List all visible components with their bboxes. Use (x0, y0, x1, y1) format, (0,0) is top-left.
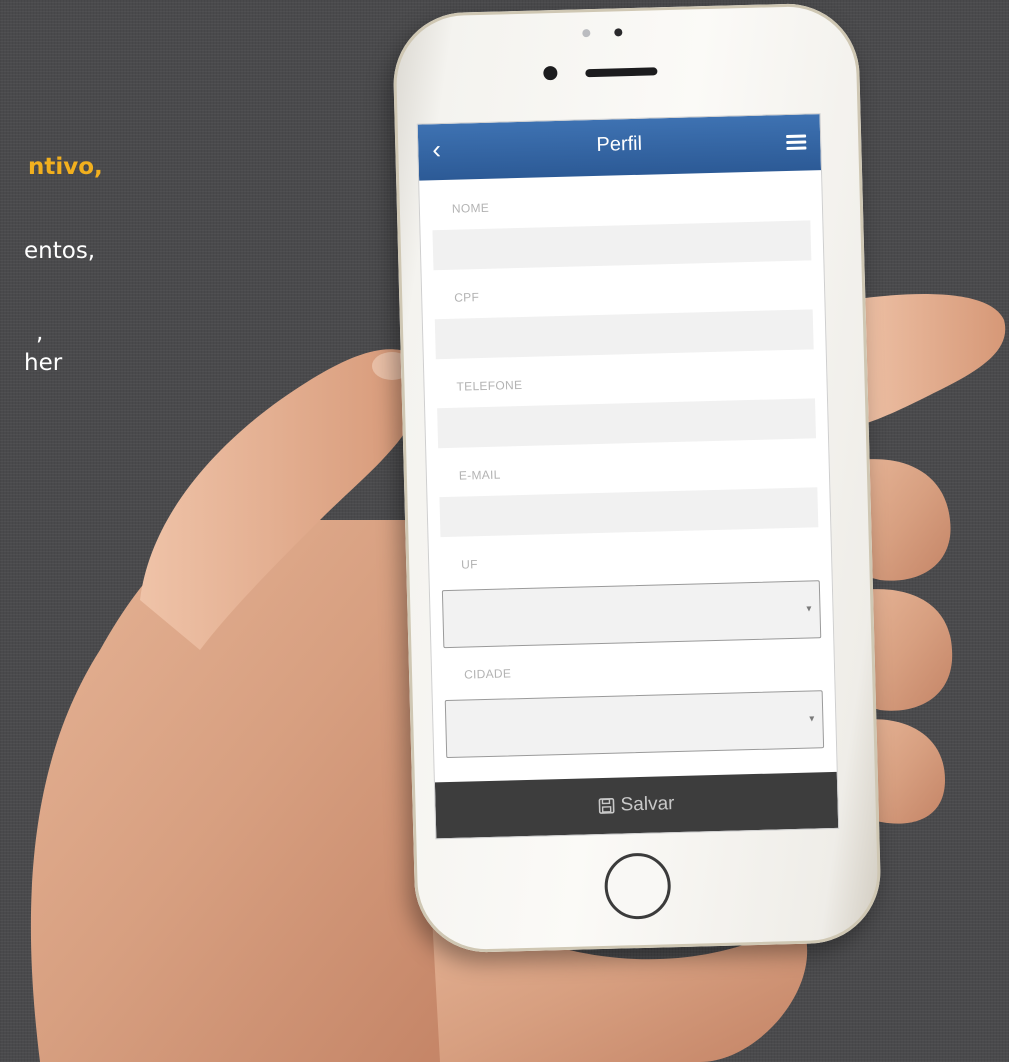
field-label: E-MAIL (458, 467, 501, 483)
field-label: CPF (454, 290, 480, 305)
app-header: ‹ Perfil (417, 114, 822, 181)
save-button[interactable]: Salvar (434, 771, 839, 839)
field-cidade: CIDADE ▾ (443, 636, 825, 759)
field-label: NOME (451, 200, 490, 216)
field-email: E-MAIL (438, 437, 819, 538)
sensor-dot (614, 28, 623, 37)
sensor-dot (582, 29, 591, 38)
cidade-select[interactable]: ▾ (444, 690, 825, 759)
field-nome: NOME (431, 170, 812, 271)
home-button[interactable] (603, 852, 672, 920)
front-camera (543, 65, 558, 81)
earpiece-speaker (585, 67, 658, 78)
app-screen: ‹ Perfil NOME CPF TELEFONE E-MAIL UF ▾ C… (416, 113, 840, 840)
field-telefone: TELEFONE (436, 348, 817, 449)
page-title: Perfil (596, 132, 643, 156)
phone-device: ‹ Perfil NOME CPF TELEFONE E-MAIL UF ▾ C… (391, 2, 883, 954)
chevron-down-icon: ▾ (809, 713, 815, 725)
field-uf: UF ▾ (440, 526, 822, 649)
field-label: UF (461, 557, 478, 572)
field-label: TELEFONE (456, 377, 523, 394)
profile-form: NOME CPF TELEFONE E-MAIL UF ▾ CIDADE ▾ (419, 170, 836, 759)
field-label: CIDADE (463, 666, 512, 682)
save-label: Salvar (620, 793, 675, 816)
hamburger-icon[interactable] (786, 134, 807, 151)
chevron-down-icon: ▾ (806, 603, 812, 615)
floppy-disk-icon (598, 797, 615, 814)
field-cpf: CPF (433, 259, 814, 360)
